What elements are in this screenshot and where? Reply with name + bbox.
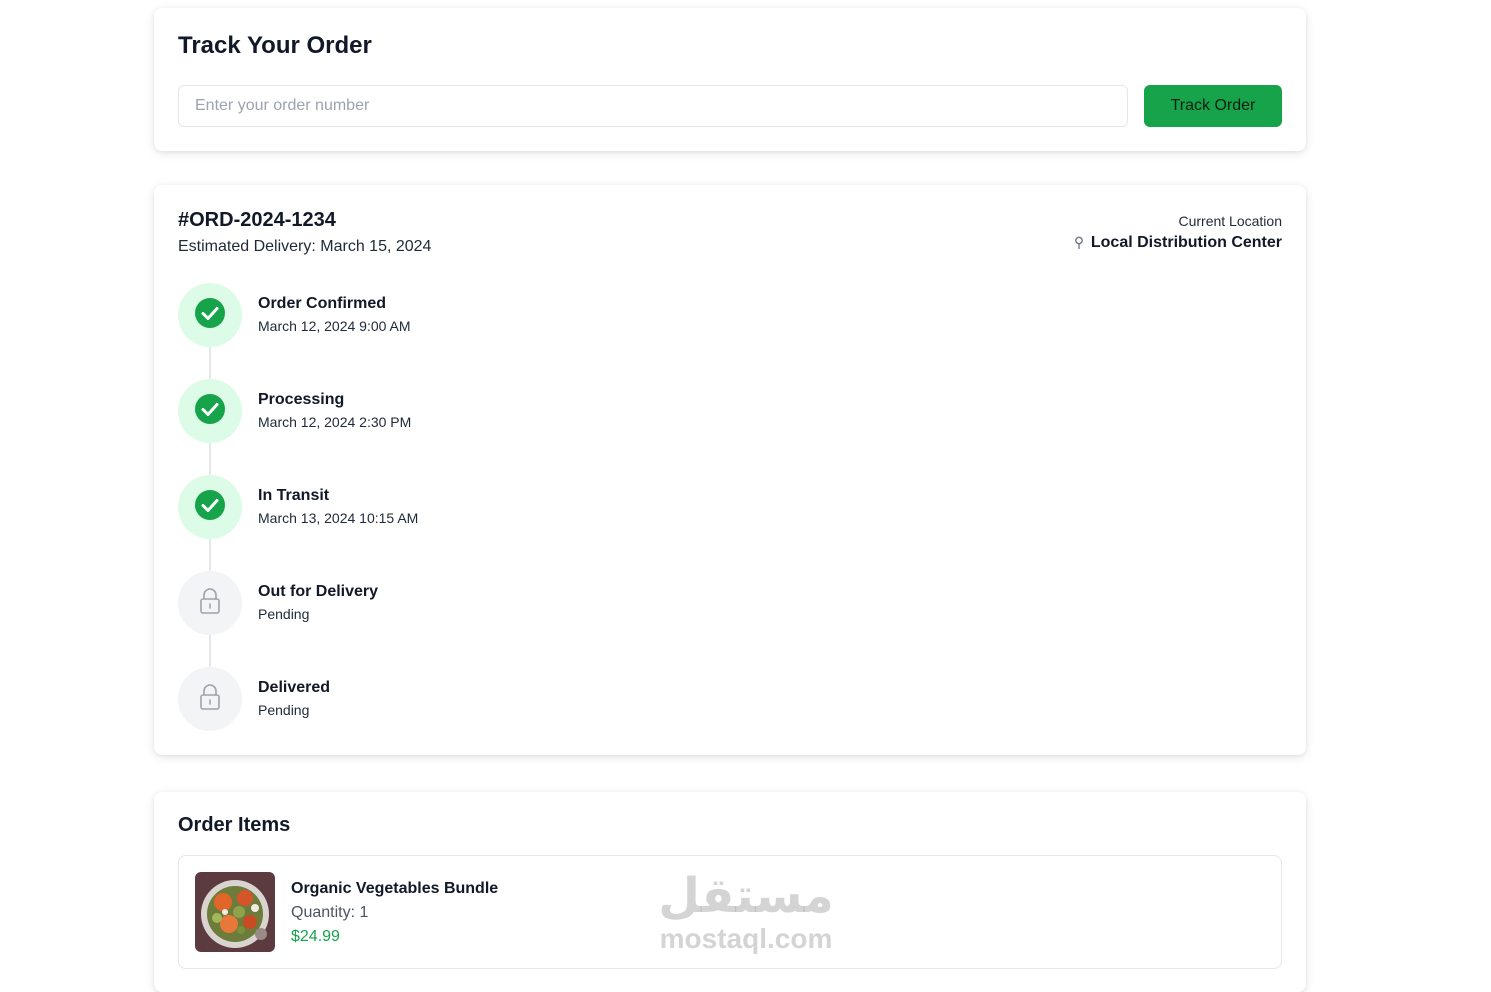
order-id: #ORD-2024-1234	[178, 209, 336, 231]
item-name: Organic Vegetables Bundle	[291, 880, 499, 897]
timeline-step-in-transit: In Transit March 13, 2024 10:15 AM	[178, 475, 418, 539]
step-timestamp: Pending	[258, 702, 310, 718]
step-status-circle	[178, 475, 242, 539]
lock-icon	[198, 587, 222, 620]
step-timestamp: Pending	[258, 606, 310, 622]
estimated-delivery: Estimated Delivery: March 15, 2024	[178, 238, 432, 255]
step-title: Delivered	[258, 679, 331, 696]
check-circle-icon	[194, 393, 226, 430]
order-item[interactable]: Organic Vegetables Bundle Quantity: 1 $2…	[178, 855, 1282, 969]
track-order-button[interactable]: Track Order	[1144, 85, 1282, 127]
current-location-label: Current Location	[1178, 213, 1282, 229]
track-order-card: Track Your Order Track Order	[154, 8, 1306, 151]
step-timestamp: March 12, 2024 9:00 AM	[258, 318, 411, 334]
order-status-card: #ORD-2024-1234 Estimated Delivery: March…	[154, 185, 1306, 755]
track-order-title: Track Your Order	[178, 32, 372, 59]
order-items-card: Order Items Organic Vegetables Bundle Qu…	[154, 792, 1306, 992]
timeline-step-order-confirmed: Order Confirmed March 12, 2024 9:00 AM	[178, 283, 411, 347]
timeline-step-processing: Processing March 12, 2024 2:30 PM	[178, 379, 411, 443]
order-number-input[interactable]	[178, 85, 1128, 127]
timeline-step-delivered: Delivered Pending	[178, 667, 330, 731]
step-status-circle	[178, 379, 242, 443]
order-items-title: Order Items	[178, 814, 291, 836]
step-timestamp: March 12, 2024 2:30 PM	[258, 414, 412, 430]
step-timestamp: March 13, 2024 10:15 AM	[258, 510, 419, 526]
step-status-circle	[178, 667, 242, 731]
step-title: In Transit	[258, 487, 330, 504]
step-title: Processing	[258, 391, 345, 408]
lock-icon	[198, 683, 222, 716]
current-location: Local Distribution Center	[1073, 234, 1282, 252]
map-pin-icon	[1073, 236, 1085, 250]
item-price: $24.99	[291, 928, 340, 945]
step-title: Out for Delivery	[258, 583, 379, 600]
timeline-step-out-for-delivery: Out for Delivery Pending	[178, 571, 378, 635]
check-circle-icon	[194, 489, 226, 526]
product-image	[195, 872, 275, 952]
current-location-value: Local Distribution Center	[1090, 234, 1282, 251]
item-quantity: Quantity: 1	[291, 904, 369, 921]
step-status-circle	[178, 571, 242, 635]
check-circle-icon	[194, 297, 226, 334]
step-title: Order Confirmed	[258, 295, 387, 312]
step-status-circle	[178, 283, 242, 347]
